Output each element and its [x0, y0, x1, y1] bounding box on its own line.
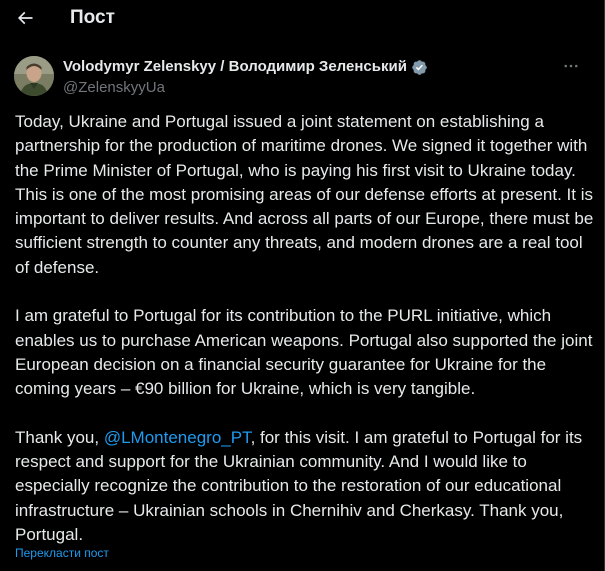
paragraph-3-lead: Thank you, [15, 427, 104, 447]
tweet-paragraph-2: I am grateful to Portugal for its contri… [15, 306, 593, 399]
verified-badge-icon[interactable] [411, 59, 428, 76]
arrow-left-icon [17, 11, 33, 25]
back-button[interactable] [8, 1, 42, 35]
more-horizontal-icon [564, 64, 578, 68]
post-page: Пост Volodymyr Zelenskyy / Володимир Зел… [0, 0, 605, 571]
header: Пост [0, 0, 604, 38]
page-title: Пост [70, 7, 115, 28]
more-options-button[interactable] [556, 54, 586, 78]
tweet-paragraph-3: Thank you, @LMontenegro_PT, for this vis… [15, 426, 595, 547]
mention-link[interactable]: @LMontenegro_PT [104, 428, 251, 447]
author-name[interactable]: Volodymyr Zelenskyy / Володимир Зеленськ… [63, 57, 407, 77]
author-handle[interactable]: @ZelenskyyUa [63, 78, 165, 97]
tweet-paragraph-1: Today, Ukraine and Portugal issued a joi… [15, 112, 594, 277]
author-name-row: Volodymyr Zelenskyy / Володимир Зеленськ… [63, 57, 428, 77]
tweet-text: Today, Ukraine and Portugal issued a joi… [15, 110, 595, 547]
translate-post-link[interactable]: Перекласти пост [15, 545, 109, 561]
avatar-image [14, 56, 54, 96]
avatar[interactable] [14, 56, 54, 96]
